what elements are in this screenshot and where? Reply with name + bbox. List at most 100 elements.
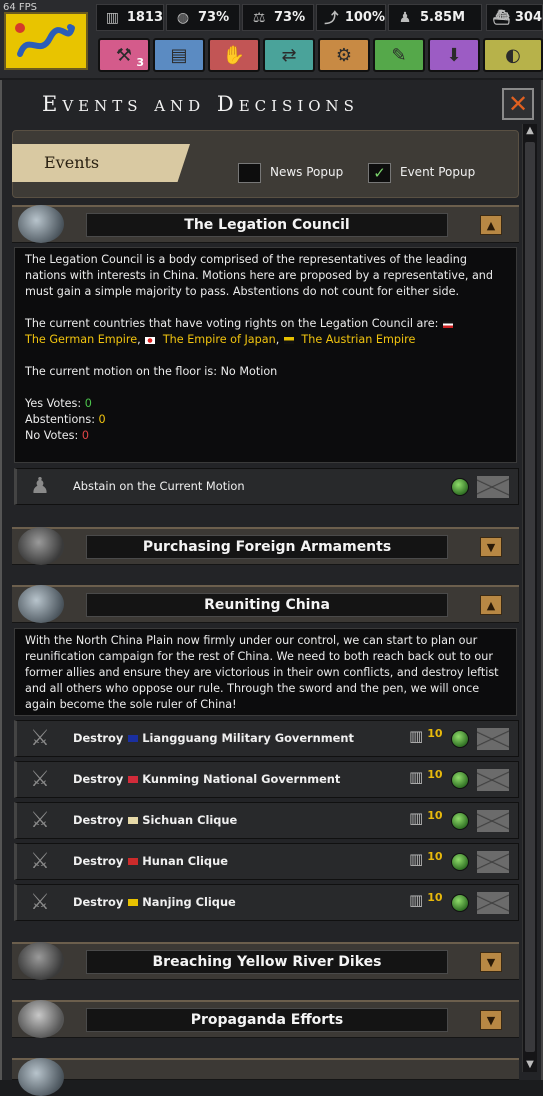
diplomacy-button[interactable]: ✋ xyxy=(208,38,260,72)
factory-icon: ▥ xyxy=(105,9,120,26)
abstentions-label: Abstentions: xyxy=(25,413,95,426)
envelope-icon[interactable] xyxy=(477,810,509,832)
document-icon: ▤ xyxy=(170,44,188,66)
intel-icon: ◐ xyxy=(505,44,521,66)
logistics-button[interactable]: ⬇ xyxy=(428,38,480,72)
event-title: Purchasing Foreign Armaments xyxy=(86,535,448,559)
war-support-resource[interactable]: ⚖ 73% xyxy=(242,4,314,31)
manpower-value: 5.85M xyxy=(420,10,466,25)
expand-button[interactable]: ▼ xyxy=(480,1010,502,1030)
chevron-up-icon: ▲ xyxy=(486,598,496,612)
events-panel: Events and Decisions ✕ Events News Popup… xyxy=(0,80,543,1096)
decision-prefix: Destroy xyxy=(73,895,124,909)
handshake-icon: ✋ xyxy=(222,44,246,66)
country-austrian-empire[interactable]: The Austrian Empire xyxy=(301,333,415,346)
collapse-button[interactable]: ▲ xyxy=(480,215,502,235)
decision-cost: 10 xyxy=(427,767,443,781)
expand-button[interactable]: ▼ xyxy=(480,537,502,557)
envelope-icon[interactable] xyxy=(477,728,509,750)
decision-destroy-kunming[interactable]: ⚔ Destroy Kunming National Government ▥ 1… xyxy=(14,761,519,798)
event-header-reuniting-china: Reuniting China ▲ xyxy=(12,585,519,623)
construction-button[interactable]: ⚙ xyxy=(318,38,370,72)
decision-destroy-hunan[interactable]: ⚔ Destroy Hunan Clique ▥ 10 xyxy=(14,843,519,880)
yes-votes-value: 0 xyxy=(84,397,92,410)
decision-target: Nanjing Clique xyxy=(142,895,236,909)
convoy-resource[interactable]: ⛴ 304 xyxy=(486,4,543,31)
decision-destroy-sichuan[interactable]: ⚔ Destroy Sichuan Clique ▥ 10 xyxy=(14,802,519,839)
event-header-propaganda-efforts: Propaganda Efforts ▼ xyxy=(12,1000,519,1038)
manpower-resource[interactable]: ♟ 5.85M xyxy=(388,4,482,31)
tab-events[interactable]: Events xyxy=(12,144,190,182)
close-icon: ✕ xyxy=(507,90,529,118)
close-button[interactable]: ✕ xyxy=(502,88,534,120)
crossed-swords-icon: ⚔ xyxy=(30,890,50,915)
scroll-thumb[interactable] xyxy=(525,142,535,1052)
event-description: The Legation Council is a body comprised… xyxy=(14,247,517,463)
manpower-icon: ♟ xyxy=(398,9,412,26)
event-picture xyxy=(18,585,64,623)
command-power-resource[interactable]: ⤴ 100% xyxy=(316,4,386,31)
intelligence-button[interactable]: ◐ xyxy=(483,38,543,72)
scroll-up-icon[interactable]: ▲ xyxy=(523,124,537,138)
decision-abstain[interactable]: ♟ Abstain on the Current Motion xyxy=(14,468,519,505)
news-popup-checkbox[interactable] xyxy=(238,163,261,183)
panel-title: Events and Decisions xyxy=(42,92,359,116)
country-german-empire[interactable]: The German Empire xyxy=(25,333,137,346)
decision-cost: 10 xyxy=(427,726,443,740)
decision-cost: 10 xyxy=(427,849,443,863)
delegates-icon: ♟ xyxy=(30,474,50,499)
trade-icon: ⇄ xyxy=(281,44,297,66)
available-indicator-icon xyxy=(451,478,469,496)
political-power-icon: ▥ xyxy=(409,727,424,745)
stability-icon: ◍ xyxy=(176,9,190,26)
description-paragraph: The Legation Council is a body comprised… xyxy=(25,253,493,298)
scroll-down-icon[interactable]: ▼ xyxy=(523,1058,537,1072)
fps-counter: 64 FPS xyxy=(3,2,38,13)
war-support-icon: ⚖ xyxy=(252,9,266,26)
event-title: Reuniting China xyxy=(86,593,448,617)
expand-button[interactable]: ▼ xyxy=(480,952,502,972)
event-header-partial xyxy=(12,1058,519,1096)
convoy-icon: ⛴ xyxy=(492,9,511,26)
production-button[interactable]: ✎ xyxy=(373,38,425,72)
political-power-icon: ▥ xyxy=(409,809,424,827)
factories-resource[interactable]: ▥ 1813 xyxy=(96,4,164,31)
envelope-icon[interactable] xyxy=(477,476,509,498)
decision-destroy-nanjing[interactable]: ⚔ Destroy Nanjing Clique ▥ 10 xyxy=(14,884,519,921)
decisions-button[interactable]: ⚒ 3 xyxy=(98,38,150,72)
japan-flag-icon xyxy=(145,336,156,344)
decision-cost: 10 xyxy=(427,890,443,904)
factories-value: 1813 xyxy=(126,10,163,25)
stability-resource[interactable]: ◍ 73% xyxy=(166,4,240,31)
crossed-swords-icon: ⚔ xyxy=(30,726,50,751)
envelope-icon[interactable] xyxy=(477,892,509,914)
event-title: The Legation Council xyxy=(86,213,448,237)
decision-target: Kunming National Government xyxy=(142,772,341,786)
country-empire-of-japan[interactable]: The Empire of Japan xyxy=(163,333,276,346)
collapse-button[interactable]: ▲ xyxy=(480,595,502,615)
government-button[interactable]: ▤ xyxy=(153,38,205,72)
yes-votes-label: Yes Votes: xyxy=(25,397,82,410)
event-picture xyxy=(18,942,64,980)
event-title: Breaching Yellow River Dikes xyxy=(86,950,448,974)
decision-target: Liangguang Military Government xyxy=(142,731,354,745)
event-popup-checkbox[interactable]: ✓ xyxy=(368,163,391,183)
chevron-up-icon: ▲ xyxy=(486,218,496,232)
chevron-down-icon: ▼ xyxy=(486,1013,496,1027)
decision-destroy-liangguang[interactable]: ⚔ Destroy Liangguang Military Government… xyxy=(14,720,519,757)
stability-value: 73% xyxy=(198,10,230,25)
political-power-icon: ▥ xyxy=(409,850,424,868)
decisions-count: 3 xyxy=(136,56,144,69)
scrollbar[interactable]: ▲ ▼ xyxy=(522,124,537,1072)
trade-button[interactable]: ⇄ xyxy=(263,38,315,72)
available-indicator-icon xyxy=(451,812,469,830)
event-picture xyxy=(18,527,64,565)
war-support-value: 73% xyxy=(274,10,306,25)
crossed-swords-icon: ⚔ xyxy=(30,849,50,874)
envelope-icon[interactable] xyxy=(477,769,509,791)
decision-prefix: Destroy xyxy=(73,731,124,745)
envelope-icon[interactable] xyxy=(477,851,509,873)
event-header-purchasing-foreign-armaments: Purchasing Foreign Armaments ▼ xyxy=(12,527,519,565)
available-indicator-icon xyxy=(451,730,469,748)
country-flag[interactable] xyxy=(4,12,88,70)
